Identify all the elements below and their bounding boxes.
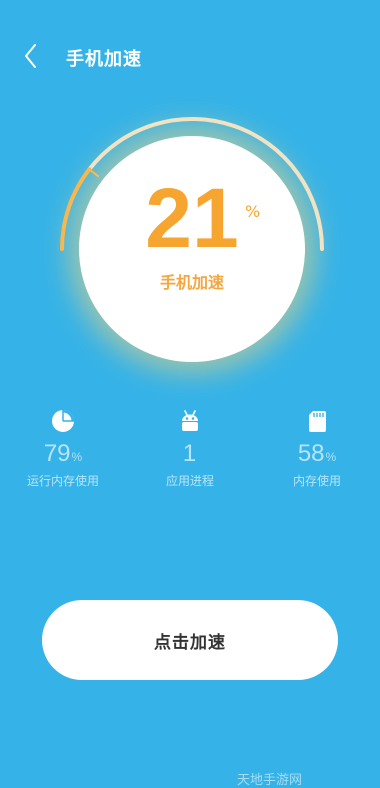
chevron-left-icon <box>25 44 36 68</box>
page-title: 手机加速 <box>66 49 142 70</box>
percent-unit: % <box>245 202 261 221</box>
header: 手机加速 <box>0 0 380 110</box>
speed-gauge: 21 % 手机加速 <box>56 98 326 362</box>
stat-label: 内存使用 <box>292 474 341 488</box>
stat-unit: % <box>71 450 83 464</box>
sd-card-icon <box>309 411 326 432</box>
stat-value: 79% <box>43 440 83 467</box>
android-icon <box>182 410 198 431</box>
gauge-label: 手机加速 <box>159 273 224 292</box>
stat-value: 1 <box>182 440 197 467</box>
watermark-text: 天地手游网 <box>236 773 302 788</box>
stat-unit: % <box>325 450 337 464</box>
boost-button[interactable]: 点击加速 <box>42 600 338 680</box>
stat-label: 应用进程 <box>165 474 214 488</box>
gauge-dial: 21 % 手机加速 <box>79 136 305 362</box>
stat-storage-usage: 58% 内存使用 <box>254 408 380 489</box>
percent-value: 21 <box>145 171 239 265</box>
pie-chart-icon <box>52 410 74 432</box>
stat-value: 58% <box>297 440 337 467</box>
stat-ram-usage: 79% 运行内存使用 <box>0 408 126 489</box>
stat-app-processes: 1 应用进程 <box>127 408 253 489</box>
back-button[interactable] <box>18 42 46 70</box>
stat-label: 运行内存使用 <box>26 474 99 488</box>
